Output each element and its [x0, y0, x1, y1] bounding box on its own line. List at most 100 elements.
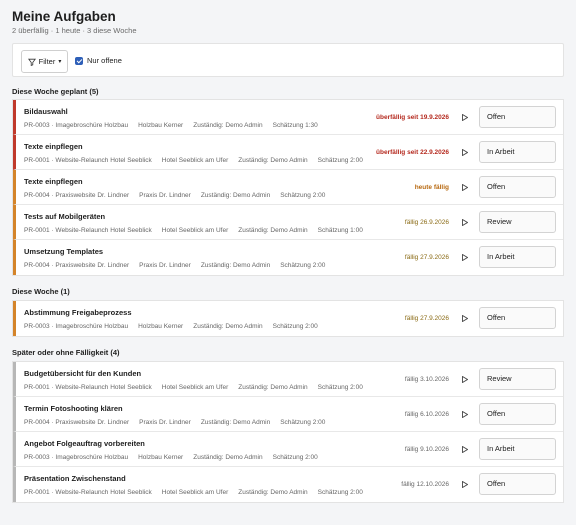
start-timer-button[interactable] [460, 183, 469, 192]
play-icon [461, 315, 468, 322]
only-open-toggle[interactable]: Nur offene [75, 56, 122, 65]
task-project: PR-0004 · Praxiswebsite Dr. Lindner [24, 419, 130, 426]
task-due-date: fällig 26.9.2026 [404, 219, 449, 226]
task-client: Holzbau Kerner [138, 323, 184, 330]
section-title: Später oder ohne Fälligkeit (4) [12, 348, 120, 357]
task-title[interactable]: Termin Fotoshooting klären [24, 404, 123, 413]
task-list: Budgetübersicht für den Kunden PR-0001 · … [12, 361, 564, 503]
task-estimate: Schätzung 2:00 [280, 192, 326, 199]
task-client: Praxis Dr. Lindner [139, 192, 191, 199]
status-select[interactable]: Offen [479, 473, 556, 495]
start-timer-button[interactable] [460, 218, 469, 227]
play-icon [461, 114, 468, 121]
task-estimate: Schätzung 2:00 [280, 262, 326, 269]
task-assignee: Zuständig: Demo Admin [193, 122, 263, 129]
task-client: Hotel Seeblick am Ufer [161, 227, 229, 234]
start-timer-button[interactable] [460, 480, 469, 489]
task-client: Praxis Dr. Lindner [139, 262, 191, 269]
start-timer-button[interactable] [460, 314, 469, 323]
task-title[interactable]: Tests auf Mobilgeräten [24, 212, 105, 221]
task-estimate: Schätzung 1:30 [272, 122, 318, 129]
task-row[interactable]: Tests auf Mobilgeräten PR-0001 · Website-… [13, 205, 563, 240]
task-client: Holzbau Kerner [138, 122, 184, 129]
status-select[interactable]: In Arbeit [479, 141, 556, 163]
status-select[interactable]: Offen [479, 307, 556, 329]
task-row[interactable]: Angebot Folgeauftrag vorbereiten PR-0003 … [13, 432, 563, 467]
task-title[interactable]: Texte einpflegen [24, 142, 83, 151]
task-title[interactable]: Angebot Folgeauftrag vorbereiten [24, 439, 145, 448]
task-due-date: fällig 12.10.2026 [401, 481, 449, 488]
task-estimate: Schätzung 2:00 [272, 454, 318, 461]
task-project: PR-0004 · Praxiswebsite Dr. Lindner [24, 192, 130, 199]
play-icon [461, 219, 468, 226]
task-due-date: fällig 27.9.2026 [404, 315, 449, 322]
task-project: PR-0003 · Imagebroschüre Holzbau [24, 323, 129, 330]
status-select[interactable]: Offen [479, 106, 556, 128]
task-assignee: Zuständig: Demo Admin [238, 227, 308, 234]
task-project: PR-0001 · Website-Relaunch Hotel Seeblic… [24, 227, 152, 234]
task-project: PR-0004 · Praxiswebsite Dr. Lindner [24, 262, 130, 269]
status-select[interactable]: In Arbeit [479, 438, 556, 460]
status-select[interactable]: Review [479, 211, 556, 233]
task-client: Hotel Seeblick am Ufer [161, 384, 229, 391]
task-title[interactable]: Bildauswahl [24, 107, 68, 116]
task-row[interactable]: Budgetübersicht für den Kunden PR-0001 · … [13, 362, 563, 397]
task-meta: PR-0001 · Website-Relaunch Hotel Seeblic… [24, 157, 373, 164]
task-assignee: Zuständig: Demo Admin [193, 323, 263, 330]
filter-button[interactable]: Filter ▾ [21, 50, 68, 73]
start-timer-button[interactable] [460, 148, 469, 157]
task-row[interactable]: Umsetzung Templates PR-0004 · Praxiswebsi… [13, 240, 563, 275]
task-project: PR-0003 · Imagebroschüre Holzbau [24, 454, 129, 461]
task-meta: PR-0003 · Imagebroschüre Holzbau Holzbau … [24, 122, 328, 129]
chevron-down-icon: ▾ [58, 59, 62, 65]
task-meta: PR-0004 · Praxiswebsite Dr. Lindner Praxi… [24, 262, 335, 269]
task-title[interactable]: Präsentation Zwischenstand [24, 474, 126, 483]
task-meta: PR-0001 · Website-Relaunch Hotel Seeblic… [24, 227, 373, 234]
task-due-date: fällig 9.10.2026 [404, 446, 449, 453]
task-estimate: Schätzung 2:00 [317, 384, 363, 391]
play-icon [461, 184, 468, 191]
only-open-checkbox[interactable] [75, 56, 83, 65]
start-timer-button[interactable] [460, 253, 469, 262]
filter-bar: Filter ▾ Nur offene [12, 43, 564, 77]
task-due-date: heute fällig [414, 184, 449, 191]
task-title[interactable]: Abstimmung Freigabeprozess [24, 308, 132, 317]
task-assignee: Zuständig: Demo Admin [238, 489, 308, 496]
task-row[interactable]: Texte einpflegen PR-0001 · Website-Relaun… [13, 135, 563, 170]
status-select[interactable]: In Arbeit [479, 246, 556, 268]
task-estimate: Schätzung 2:00 [317, 489, 363, 496]
play-icon [461, 254, 468, 261]
task-meta: PR-0001 · Website-Relaunch Hotel Seeblic… [24, 489, 373, 496]
start-timer-button[interactable] [460, 375, 469, 384]
task-estimate: Schätzung 2:00 [272, 323, 318, 330]
task-title[interactable]: Texte einpflegen [24, 177, 83, 186]
task-row[interactable]: Abstimmung Freigabeprozess PR-0003 · Imag… [13, 301, 563, 336]
task-client: Praxis Dr. Lindner [139, 419, 191, 426]
task-assignee: Zuständig: Demo Admin [238, 384, 308, 391]
task-project: PR-0003 · Imagebroschüre Holzbau [24, 122, 129, 129]
task-assignee: Zuständig: Demo Admin [200, 262, 271, 269]
task-client: Holzbau Kerner [138, 454, 184, 461]
task-row[interactable]: Bildauswahl PR-0003 · Imagebroschüre Holz… [13, 100, 563, 135]
task-client: Hotel Seeblick am Ufer [161, 489, 229, 496]
status-select[interactable]: Offen [479, 176, 556, 198]
section-title: Diese Woche geplant (5) [12, 87, 99, 96]
task-row[interactable]: Termin Fotoshooting klären PR-0004 · Prax… [13, 397, 563, 432]
task-row[interactable]: Präsentation Zwischenstand PR-0001 · Webs… [13, 467, 563, 502]
task-estimate: Schätzung 2:00 [280, 419, 326, 426]
start-timer-button[interactable] [460, 410, 469, 419]
status-select[interactable]: Review [479, 368, 556, 390]
play-icon [461, 376, 468, 383]
task-title[interactable]: Umsetzung Templates [24, 247, 103, 256]
task-assignee: Zuständig: Demo Admin [238, 157, 308, 164]
task-estimate: Schätzung 1:00 [317, 227, 363, 234]
start-timer-button[interactable] [460, 445, 469, 454]
start-timer-button[interactable] [460, 113, 469, 122]
task-title[interactable]: Budgetübersicht für den Kunden [24, 369, 141, 378]
task-assignee: Zuständig: Demo Admin [193, 454, 263, 461]
task-list: Abstimmung Freigabeprozess PR-0003 · Imag… [12, 300, 564, 337]
task-project: PR-0001 · Website-Relaunch Hotel Seeblic… [24, 157, 152, 164]
play-icon [461, 411, 468, 418]
task-row[interactable]: Texte einpflegen PR-0004 · Praxiswebsite … [13, 170, 563, 205]
status-select[interactable]: Offen [479, 403, 556, 425]
